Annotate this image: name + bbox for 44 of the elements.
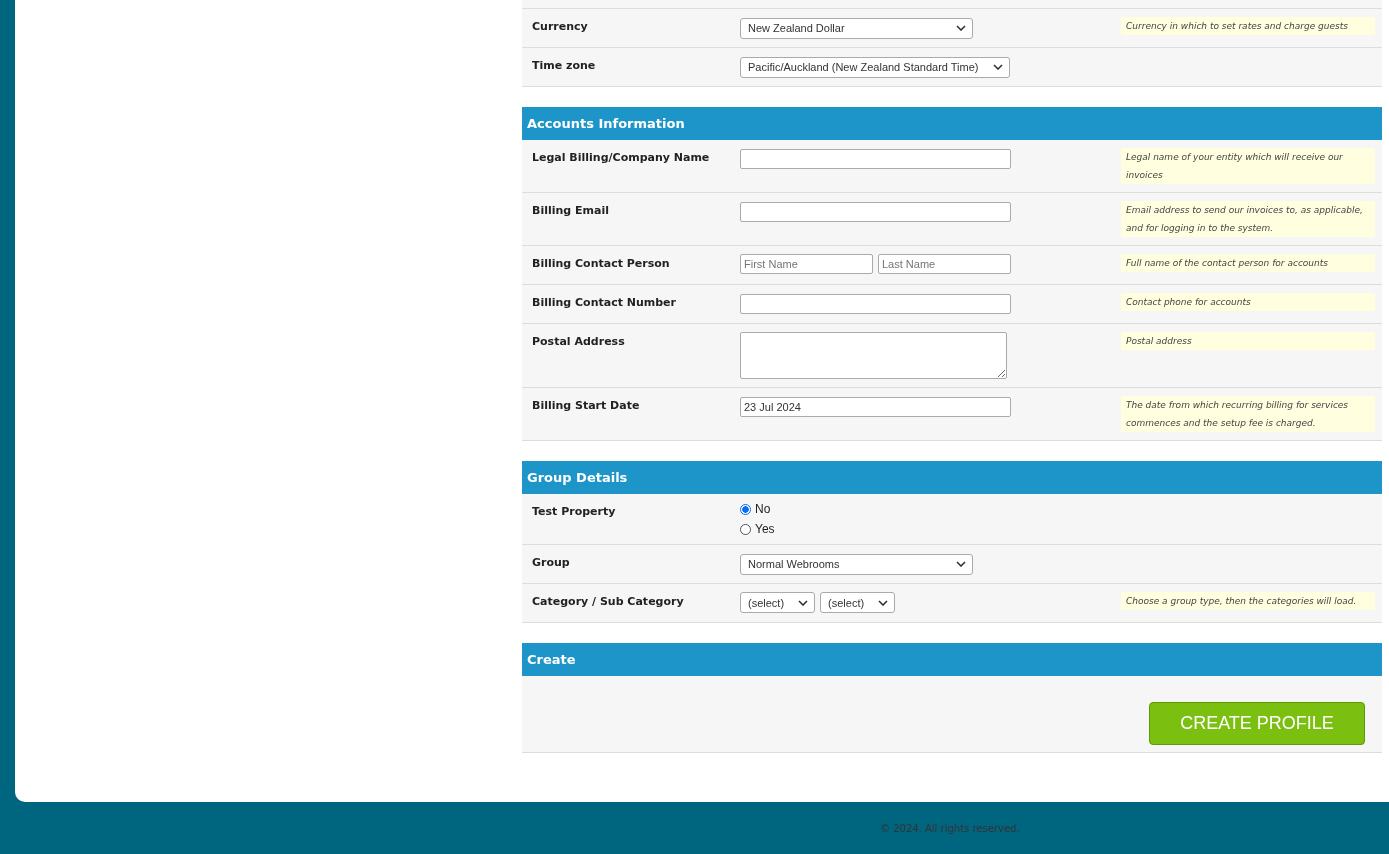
- help-note: Full name of the contact person for accounts: [1121, 254, 1375, 272]
- radio-label: Yes: [755, 522, 775, 536]
- field-label: Billing Start Date: [532, 398, 641, 414]
- help-note: The date from which recurring billing for services commences and the setup fee is charged.: [1121, 396, 1375, 432]
- help-note: Contact phone for accounts: [1121, 293, 1375, 311]
- field-label: Billing Contact Number: [532, 295, 677, 311]
- field-label: Billing Email: [532, 203, 610, 219]
- field-label: Test Property: [532, 504, 617, 520]
- field-label: Group: [532, 555, 571, 571]
- field-label: Legal Billing/Company Name: [532, 150, 711, 166]
- help-note: Currency in which to set rates and charge guests: [1121, 17, 1375, 35]
- chevron-down-icon: [956, 561, 966, 567]
- copyright-text: © 2024. All rights reserved.: [880, 822, 1020, 834]
- help-note: Choose a group type, then the categories will load.: [1121, 592, 1375, 610]
- address-textarea[interactable]: [740, 332, 1007, 379]
- help-note: Email address to send our invoices to, as applicable, and for logging in to the system.: [1121, 201, 1375, 237]
- radio-button[interactable]: [740, 523, 751, 535]
- chevron-down-icon: [956, 25, 966, 31]
- dropdown[interactable]: Normal Webrooms: [740, 553, 973, 575]
- field-label: Postal Address: [532, 334, 626, 350]
- text-input[interactable]: [740, 294, 1011, 314]
- dropdown[interactable]: Pacific/Auckland (New Zealand Standard Time): [740, 56, 1010, 78]
- help-note: Postal address: [1121, 332, 1375, 350]
- text-input[interactable]: [740, 202, 1011, 222]
- field-label: Time zone: [532, 58, 597, 74]
- name-input[interactable]: Last Name: [878, 254, 1011, 274]
- radio-label: No: [755, 502, 771, 516]
- text-input[interactable]: [740, 149, 1011, 169]
- text-input[interactable]: 23 Jul 2024: [740, 397, 1011, 417]
- section-header: Group Details: [522, 461, 1382, 494]
- name-input[interactable]: First Name: [740, 254, 873, 274]
- radio-button[interactable]: [740, 503, 751, 515]
- chevron-down-icon: [878, 599, 889, 606]
- field-label: Category / Sub Category: [532, 594, 685, 610]
- chevron-down-icon: [798, 599, 809, 606]
- dropdown[interactable]: New Zealand Dollar: [740, 17, 973, 39]
- dropdown[interactable]: (select): [820, 592, 896, 613]
- chevron-down-icon: [992, 64, 1003, 70]
- field-label: Billing Contact Person: [532, 256, 671, 272]
- section-header: Accounts Information: [522, 107, 1382, 140]
- dropdown[interactable]: (select): [740, 592, 816, 613]
- help-note: Legal name of your entity which will receive our invoices: [1121, 148, 1375, 184]
- section-header: Create: [522, 643, 1382, 676]
- field-label: Currency: [532, 19, 589, 35]
